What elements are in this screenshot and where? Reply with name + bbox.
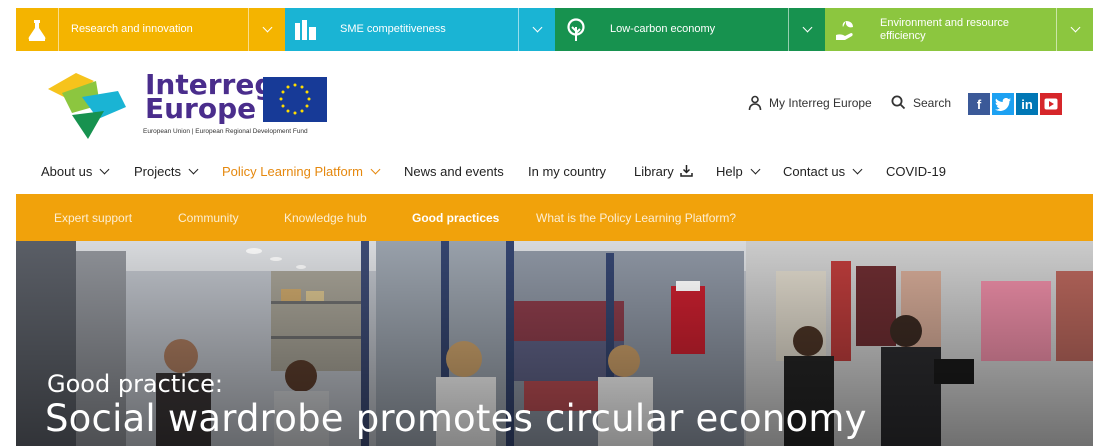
chevron-down-icon[interactable] <box>519 8 555 51</box>
subnav-expert-support[interactable]: Expert support <box>54 211 132 225</box>
youtube-play-icon <box>1044 98 1058 110</box>
linkedin-glyph: in <box>1021 96 1033 112</box>
nav-contact-us[interactable]: Contact us <box>783 164 863 179</box>
subnav-good-practices[interactable]: Good practices <box>412 211 499 225</box>
search-icon <box>891 95 906 110</box>
user-icon <box>748 95 762 111</box>
nav-label: Help <box>716 164 743 179</box>
theme-sme[interactable]: SME competitiveness <box>285 8 555 51</box>
nav-policy-learning-platform[interactable]: Policy Learning Platform <box>222 164 381 179</box>
nav-label: In my country <box>528 164 607 179</box>
hero-title: Social wardrobe promotes circular econom… <box>45 397 867 440</box>
chevron-down-icon[interactable] <box>789 8 825 51</box>
theme-research[interactable]: Research and innovation <box>16 8 285 51</box>
lowcarbon-icon <box>555 8 597 51</box>
chevron-down-icon <box>370 164 381 175</box>
linkedin-icon[interactable]: in <box>1016 93 1038 115</box>
theme-lowcarbon[interactable]: Low-carbon economy <box>555 8 825 51</box>
hero-banner: Good practice: Social wardrobe promotes … <box>16 241 1093 446</box>
eu-flag-icon <box>263 77 327 122</box>
facebook-icon[interactable]: f <box>968 93 990 115</box>
nav-label: COVID-19 <box>886 164 946 179</box>
nav-label: Policy Learning Platform <box>222 164 363 179</box>
logo-subtitle: European Union | European Regional Devel… <box>143 128 308 135</box>
nav-covid-19[interactable]: COVID-19 <box>886 164 946 179</box>
twitter-icon[interactable] <box>992 93 1014 115</box>
chevron-down-icon <box>852 164 863 175</box>
nav-label: Contact us <box>783 164 846 179</box>
facebook-glyph: f <box>976 96 982 112</box>
nav-help[interactable]: Help <box>716 164 761 179</box>
logo-line-2: Europe <box>145 92 257 125</box>
theme-label: SME competitiveness <box>340 23 446 35</box>
subnav-knowledge-hub[interactable]: Knowledge hub <box>284 211 367 225</box>
chevron-down-icon[interactable] <box>1057 8 1093 51</box>
search-label: Search <box>913 95 952 110</box>
my-account-label: My Interreg Europe <box>769 96 872 110</box>
nav-label: Projects <box>134 164 181 179</box>
policy-learning-subnav: Expert support Community Knowledge hub G… <box>16 194 1093 241</box>
my-account-link[interactable]: My Interreg Europe <box>748 95 872 111</box>
page: Research and innovation SME competitiven… <box>0 0 1093 446</box>
chevron-down-icon[interactable] <box>249 8 285 51</box>
theme-label: Low-carbon economy <box>610 23 716 35</box>
chevron-down-icon <box>750 164 761 175</box>
theme-bar: Research and innovation SME competitiven… <box>16 8 1093 51</box>
nav-about-us[interactable]: About us <box>41 164 110 179</box>
interreg-europe-logo[interactable]: Interreg Europe European Union | Europea… <box>48 67 338 143</box>
nav-label: About us <box>41 164 93 179</box>
environment-icon <box>825 8 867 51</box>
twitter-bird-icon <box>995 97 1011 111</box>
youtube-icon[interactable] <box>1040 93 1062 115</box>
research-icon <box>16 8 58 51</box>
logo-wordmark: Interreg Europe <box>145 71 274 125</box>
subnav-what-is-platform[interactable]: What is the Policy Learning Platform? <box>536 211 736 225</box>
hero-kicker: Good practice: <box>47 370 223 398</box>
search-link[interactable]: Search <box>891 95 951 110</box>
chevron-down-icon <box>188 164 199 175</box>
nav-projects[interactable]: Projects <box>134 164 199 179</box>
nav-in-my-country[interactable]: In my country <box>528 164 606 179</box>
nav-label: Library <box>634 164 674 179</box>
theme-label: Research and innovation <box>71 23 193 35</box>
nav-label: News and events <box>404 164 504 179</box>
main-navigation: About us Projects Policy Learning Platfo… <box>0 160 1093 184</box>
logo-mark-icon <box>48 73 126 139</box>
subnav-community[interactable]: Community <box>178 211 239 225</box>
theme-label: Environment and resource efficiency <box>880 16 1010 42</box>
theme-environment[interactable]: Environment and resource efficiency <box>825 8 1093 51</box>
download-icon <box>680 165 693 177</box>
sme-icon <box>285 8 327 51</box>
nav-news-and-events[interactable]: News and events <box>404 164 504 179</box>
nav-library[interactable]: Library <box>634 164 693 179</box>
chevron-down-icon <box>99 164 110 175</box>
